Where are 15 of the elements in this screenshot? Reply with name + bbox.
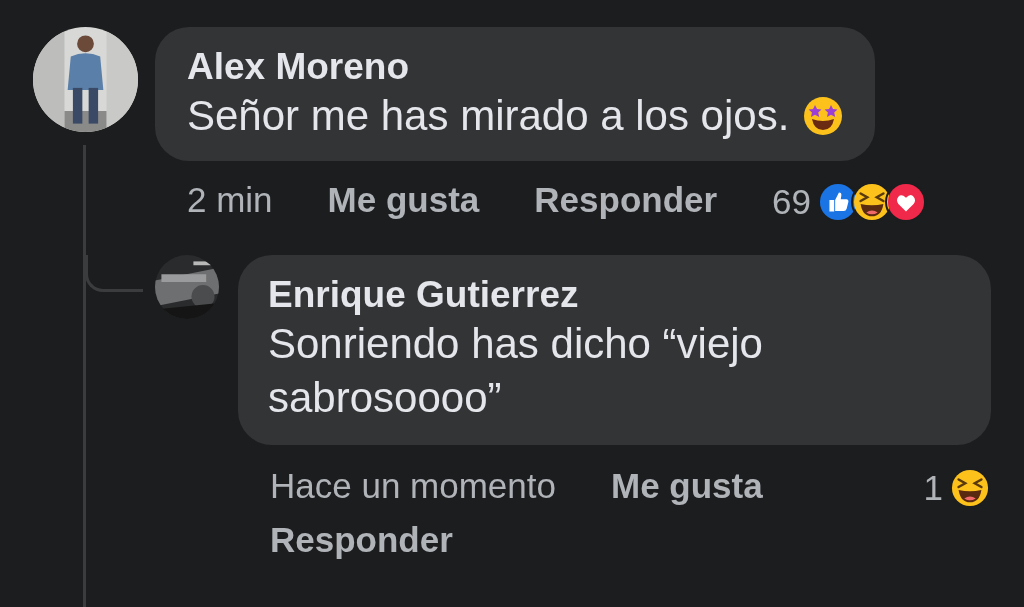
timestamp: Hace un momento [270,467,556,505]
reply-action-link[interactable]: Me gusta [611,467,763,505]
timestamp: 2 min [187,181,273,219]
reaction-count[interactable]: 1 [923,469,943,507]
comment-text: Señor me has mirado a los ojos. [187,91,790,141]
comment-text: Sonriendo has dicho “viejo sabrosoooo” [268,319,764,423]
comment-action-link[interactable]: Responder [534,181,718,219]
laughing-emoji-icon [949,467,991,509]
author-name[interactable]: Alex Moreno [187,45,410,89]
reaction-count[interactable]: 69 [772,183,812,221]
author-name[interactable]: Enrique Gutierrez [268,273,579,317]
comment-action-link[interactable]: Me gusta [327,181,480,219]
thread-connector [85,255,143,292]
star-eyes-emoji-icon [803,96,844,136]
reply-action-link[interactable]: Responder [270,521,453,559]
